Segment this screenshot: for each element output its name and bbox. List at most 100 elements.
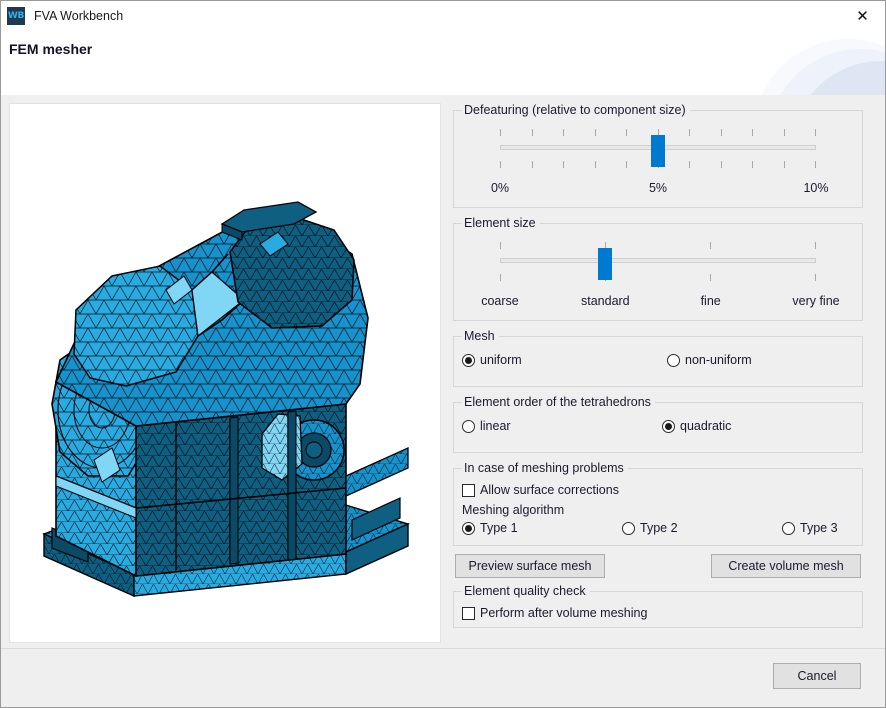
radio-uniform-icon[interactable] <box>462 354 475 367</box>
slider-tick <box>595 129 596 136</box>
slider-tick <box>721 129 722 136</box>
defeaturing-scale-labels: 0%5%10% <box>500 181 816 199</box>
slider-scale-label: 0% <box>491 181 509 195</box>
mesh-legend: Mesh <box>462 329 499 343</box>
perform-after-volume-meshing-label: Perform after volume meshing <box>480 604 647 622</box>
checkbox-perform-after-volume-meshing-icon[interactable] <box>462 607 475 620</box>
element-order-legend: Element order of the tetrahedrons <box>462 395 655 409</box>
app-title: FVA Workbench <box>34 9 123 23</box>
page-title: FEM mesher <box>9 41 92 57</box>
model-viewport[interactable] <box>9 103 441 643</box>
preview-surface-mesh-button[interactable]: Preview surface mesh <box>455 554 605 578</box>
radio-type-2-icon[interactable] <box>622 522 635 535</box>
element-size-group: Element size coarse standard fine very fine <box>453 216 863 321</box>
element-size-slider[interactable] <box>500 238 816 294</box>
slider-tick <box>532 161 533 168</box>
slider-tick <box>563 129 564 136</box>
mesh-action-buttons: Preview surface mesh Create volume mesh <box>455 554 861 578</box>
checkbox-allow-surface-corrections-icon[interactable] <box>462 484 475 497</box>
gearbox-mesh-render <box>10 104 440 642</box>
dialog-footer: Cancel <box>1 648 885 708</box>
slider-tick <box>721 161 722 168</box>
radio-linear-icon[interactable] <box>462 420 475 433</box>
slider-tick <box>500 129 501 136</box>
create-volume-mesh-button[interactable]: Create volume mesh <box>711 554 861 578</box>
defeaturing-group: Defeaturing (relative to component size)… <box>453 103 863 208</box>
slider-tick <box>626 161 627 168</box>
slider-tick <box>815 274 816 281</box>
radio-quadratic-icon[interactable] <box>662 420 675 433</box>
meshing-problems-legend: In case of meshing problems <box>462 461 628 475</box>
slider-tick <box>784 129 785 136</box>
slider-scale-label: coarse <box>481 294 519 308</box>
defeaturing-thumb[interactable] <box>651 135 665 167</box>
algorithm-option-type-2[interactable]: Type 2 <box>622 519 782 537</box>
slider-tick <box>710 274 711 281</box>
slider-tick <box>815 129 816 136</box>
element-order-option-linear-label: linear <box>480 417 511 435</box>
element-size-track[interactable] <box>500 258 816 263</box>
slider-tick <box>784 161 785 168</box>
allow-surface-corrections-checkbox[interactable]: Allow surface corrections <box>462 481 854 499</box>
element-size-legend: Element size <box>462 216 540 230</box>
algorithm-option-type-1[interactable]: Type 1 <box>462 519 622 537</box>
slider-tick <box>500 242 501 249</box>
element-order-option-linear[interactable]: linear <box>462 417 662 435</box>
slider-tick <box>710 242 711 249</box>
slider-tick <box>532 129 533 136</box>
title-bar: WB FVA Workbench ✕ <box>1 1 885 31</box>
page-header: FEM mesher <box>1 31 885 95</box>
meshing-algorithm-options-row: Type 1 Type 2 Type 3 <box>462 519 854 537</box>
defeaturing-slider[interactable] <box>500 125 816 181</box>
slider-tick <box>689 129 690 136</box>
allow-surface-corrections-label: Allow surface corrections <box>480 481 619 499</box>
radio-non-uniform-icon[interactable] <box>667 354 680 367</box>
element-size-ticks-bottom <box>500 274 816 281</box>
slider-tick <box>500 161 501 168</box>
app-logo-icon: WB <box>7 7 25 25</box>
mesh-option-uniform[interactable]: uniform <box>462 351 667 369</box>
element-order-options-row: linear quadratic <box>462 417 854 435</box>
algorithm-option-type-3-label: Type 3 <box>800 519 838 537</box>
content-area: Defeaturing (relative to component size)… <box>1 95 885 708</box>
cancel-button[interactable]: Cancel <box>773 663 861 689</box>
slider-scale-label: 10% <box>803 181 828 195</box>
element-size-thumb[interactable] <box>598 248 612 280</box>
meshing-algorithm-label: Meshing algorithm <box>462 503 854 517</box>
slider-scale-label: fine <box>701 294 721 308</box>
fem-mesher-window: WB FVA Workbench ✕ FEM mesher <box>0 0 886 708</box>
mesh-options-row: uniform non-uniform <box>462 351 854 369</box>
slider-tick <box>595 161 596 168</box>
slider-tick <box>815 161 816 168</box>
element-order-option-quadratic-label: quadratic <box>680 417 731 435</box>
defeaturing-legend: Defeaturing (relative to component size) <box>462 103 690 117</box>
slider-tick <box>500 274 501 281</box>
element-size-scale-labels: coarsestandardfinevery fine <box>500 294 816 312</box>
algorithm-option-type-1-label: Type 1 <box>480 519 518 537</box>
element-quality-check-legend: Element quality check <box>462 584 590 598</box>
close-icon[interactable]: ✕ <box>840 1 885 31</box>
settings-panel: Defeaturing (relative to component size)… <box>453 103 863 636</box>
mesh-option-non-uniform-label: non-uniform <box>685 351 752 369</box>
perform-after-volume-meshing-checkbox[interactable]: Perform after volume meshing <box>462 604 854 622</box>
slider-tick <box>815 242 816 249</box>
radio-type-3-icon[interactable] <box>782 522 795 535</box>
element-order-group: Element order of the tetrahedrons linear… <box>453 395 863 453</box>
slider-tick <box>752 161 753 168</box>
slider-tick <box>626 129 627 136</box>
mesh-group: Mesh uniform non-uniform <box>453 329 863 387</box>
slider-scale-label: very fine <box>792 294 839 308</box>
slider-scale-label: standard <box>581 294 630 308</box>
slider-tick <box>689 161 690 168</box>
slider-tick <box>563 161 564 168</box>
slider-scale-label: 5% <box>649 181 667 195</box>
mesh-option-uniform-label: uniform <box>480 351 522 369</box>
algorithm-option-type-3[interactable]: Type 3 <box>782 519 838 537</box>
algorithm-option-type-2-label: Type 2 <box>640 519 678 537</box>
element-order-option-quadratic[interactable]: quadratic <box>662 417 731 435</box>
element-quality-check-group: Element quality check Perform after volu… <box>453 584 863 628</box>
element-size-ticks-top <box>500 242 816 249</box>
meshing-problems-group: In case of meshing problems Allow surfac… <box>453 461 863 546</box>
radio-type-1-icon[interactable] <box>462 522 475 535</box>
mesh-option-non-uniform[interactable]: non-uniform <box>667 351 752 369</box>
